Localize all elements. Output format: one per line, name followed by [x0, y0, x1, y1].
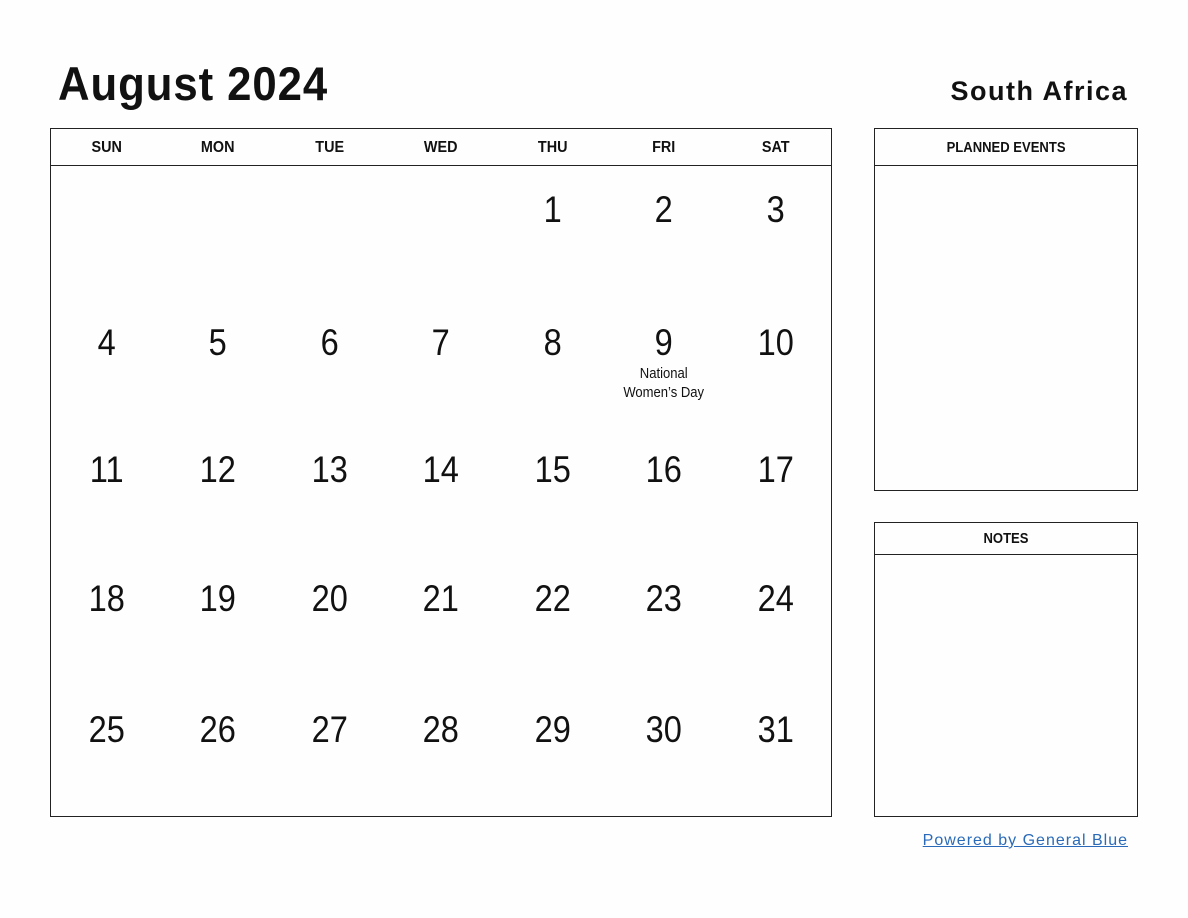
day-cell: 3	[720, 166, 831, 296]
day-number: 31	[757, 709, 794, 750]
day-number: 28	[422, 709, 460, 750]
empty-day-cell	[162, 166, 273, 296]
day-cell: 22	[497, 556, 608, 686]
day-number: 18	[88, 578, 125, 619]
day-number: 11	[89, 449, 124, 490]
day-number: 19	[200, 578, 237, 619]
planned-events-label: PLANNED EVENTS	[946, 140, 1066, 156]
day-cell: 21	[385, 556, 496, 686]
day-cell: 27	[274, 686, 385, 816]
notes-heading: NOTES	[875, 523, 1137, 555]
day-number: 6	[320, 322, 339, 363]
day-cell: 5	[162, 296, 273, 426]
day-cell: 23	[608, 556, 719, 686]
day-number: 12	[200, 449, 237, 490]
day-cell: 17	[720, 426, 831, 556]
day-number: 3	[766, 189, 785, 230]
day-number: 30	[645, 709, 682, 750]
day-cell: 19	[162, 556, 273, 686]
notes-label: NOTES	[983, 531, 1029, 547]
planned-events-panel: PLANNED EVENTS	[874, 128, 1138, 491]
day-cell: 9 National Women’s Day	[608, 296, 719, 426]
day-cell: 7	[385, 296, 496, 426]
holiday-label: National Women’s Day	[623, 366, 705, 401]
calendar-title: August 2024	[58, 57, 329, 110]
day-cell: 18	[51, 556, 162, 686]
weekday-wed: WED	[424, 139, 458, 156]
weekday-mon: MON	[201, 139, 235, 156]
day-number: 22	[534, 578, 571, 619]
day-number: 15	[534, 449, 571, 490]
day-number: 23	[645, 578, 682, 619]
empty-day-cell	[274, 166, 385, 296]
day-number: 10	[757, 322, 794, 363]
day-cell: 12	[162, 426, 273, 556]
day-cell: 14	[385, 426, 496, 556]
day-cell: 4	[51, 296, 162, 426]
day-cell: 29	[497, 686, 608, 816]
day-number: 2	[654, 189, 673, 230]
country-label: South Africa	[950, 76, 1128, 106]
day-number: 4	[97, 322, 116, 363]
weekday-fri: FRI	[652, 139, 676, 156]
weekday-header: SUN MON TUE WED THU FRI SAT	[51, 129, 831, 166]
day-number: 5	[209, 322, 228, 363]
day-cell: 28	[385, 686, 496, 816]
day-number: 8	[543, 322, 562, 363]
day-cell: 8	[497, 296, 608, 426]
day-cell: 26	[162, 686, 273, 816]
day-cell: 24	[720, 556, 831, 686]
day-cell: 13	[274, 426, 385, 556]
weekday-tue: TUE	[315, 139, 344, 156]
empty-day-cell	[385, 166, 496, 296]
weekday-sat: SAT	[761, 139, 790, 156]
day-number: 29	[534, 709, 571, 750]
day-number: 1	[543, 189, 562, 230]
day-number: 9	[654, 322, 673, 363]
day-number: 16	[645, 449, 682, 490]
weekday-thu: THU	[537, 139, 568, 156]
day-number: 17	[757, 449, 794, 490]
day-cell: 11	[51, 426, 162, 556]
day-number: 25	[88, 709, 125, 750]
day-cell: 31	[720, 686, 831, 816]
planned-events-heading: PLANNED EVENTS	[875, 129, 1137, 166]
day-cell: 10	[720, 296, 831, 426]
powered-by-link[interactable]: Powered by General Blue	[923, 832, 1128, 850]
day-cell: 15	[497, 426, 608, 556]
day-cell: 1	[497, 166, 608, 296]
day-cell: 16	[608, 426, 719, 556]
notes-panel: NOTES	[874, 522, 1138, 817]
calendar-days: 1 2 3 4 5 6 7 8 9 National Women’s Day 10 11 12 13 14 15…	[51, 166, 831, 816]
day-number: 20	[311, 578, 348, 619]
day-number: 13	[311, 449, 348, 490]
day-number: 27	[311, 709, 348, 750]
day-cell: 30	[608, 686, 719, 816]
weekday-sun: SUN	[91, 139, 122, 156]
day-cell: 25	[51, 686, 162, 816]
day-number: 14	[422, 449, 460, 490]
day-cell: 6	[274, 296, 385, 426]
calendar-grid: SUN MON TUE WED THU FRI SAT 1 2 3 4 5 6 7 8 9 Nat…	[50, 128, 832, 817]
day-number: 26	[200, 709, 237, 750]
day-cell: 2	[608, 166, 719, 296]
day-number: 21	[422, 578, 460, 619]
day-number: 7	[431, 322, 451, 363]
day-number: 24	[757, 578, 794, 619]
day-cell: 20	[274, 556, 385, 686]
empty-day-cell	[51, 166, 162, 296]
